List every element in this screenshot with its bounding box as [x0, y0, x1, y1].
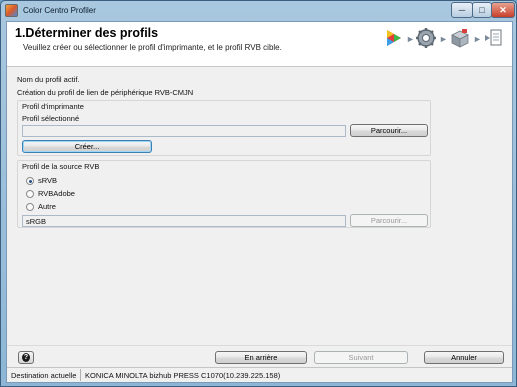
selected-profile-field[interactable]	[22, 125, 346, 137]
radio-indicator[interactable]	[26, 190, 34, 198]
printer-browse-button[interactable]: Parcourir...	[350, 124, 428, 137]
selected-profile-label: Profil sélectionné	[22, 114, 80, 123]
title-bar[interactable]: Color Centro Profiler ─ □ ✕	[1, 1, 516, 21]
back-button[interactable]: En arrière	[215, 351, 307, 364]
rgb-source-group-label: Profil de la source RVB	[22, 162, 100, 171]
help-button[interactable]: ?	[18, 351, 34, 364]
step-arrow-2: ►	[439, 34, 448, 44]
rgb-browse-button[interactable]: Parcourir...	[350, 214, 428, 227]
close-button[interactable]: ✕	[491, 2, 515, 18]
radio-label: sRVB	[38, 176, 58, 185]
radio-label: RVBAdobe	[38, 189, 75, 198]
maximize-button[interactable]: □	[472, 2, 492, 18]
app-icon	[5, 4, 18, 17]
footer-divider	[7, 345, 512, 346]
rgb-source-group: Profil de la source RVB sRVB RVBAdobe Au…	[17, 160, 431, 228]
rgb-profile-path-field[interactable]: sRGB	[22, 215, 346, 227]
document-arrow-icon	[485, 29, 502, 46]
minimize-button[interactable]: ─	[451, 2, 473, 18]
app-window: Color Centro Profiler ─ □ ✕ 1.Déterminer…	[0, 0, 517, 387]
cancel-button[interactable]: Annuler	[424, 351, 504, 364]
creation-mode-label: Création du profil de lien de périphériq…	[17, 88, 194, 97]
printer-profile-group: Profil d'imprimante Profil sélectionné P…	[17, 100, 431, 156]
step-header: 1.Déterminer des profils Veuillez créer …	[7, 22, 512, 67]
step-arrow-3: ►	[473, 34, 482, 44]
radio-indicator[interactable]	[26, 177, 34, 185]
next-button[interactable]: Suivant	[314, 351, 408, 364]
create-profile-button[interactable]: Créer...	[22, 140, 152, 153]
radio-label: Autre	[38, 202, 56, 211]
printer-profile-group-label: Profil d'imprimante	[22, 102, 84, 111]
step-title: 1.Déterminer des profils	[15, 26, 159, 40]
help-icon: ?	[22, 353, 30, 362]
status-bar: Destination actuelle KONICA MINOLTA bizh…	[7, 367, 512, 382]
workflow-steps: ► ► ►	[383, 24, 508, 50]
status-divider	[80, 369, 81, 381]
gear-icon	[416, 28, 436, 48]
step-arrow-1: ►	[406, 34, 415, 44]
window-title: Color Centro Profiler	[23, 6, 96, 15]
printer-cube-icon	[451, 29, 469, 48]
active-profile-label: Nom du profil actif.	[17, 75, 80, 84]
status-destination-value: KONICA MINOLTA bizhub PRESS C1070(10.239…	[85, 371, 281, 380]
step-subtitle: Veuillez créer ou sélectionner le profil…	[23, 43, 282, 52]
dialog-client-area: 1.Déterminer des profils Veuillez créer …	[6, 21, 513, 383]
status-destination-label: Destination actuelle	[11, 371, 77, 380]
radio-indicator[interactable]	[26, 203, 34, 211]
play-color-icon	[387, 30, 401, 46]
